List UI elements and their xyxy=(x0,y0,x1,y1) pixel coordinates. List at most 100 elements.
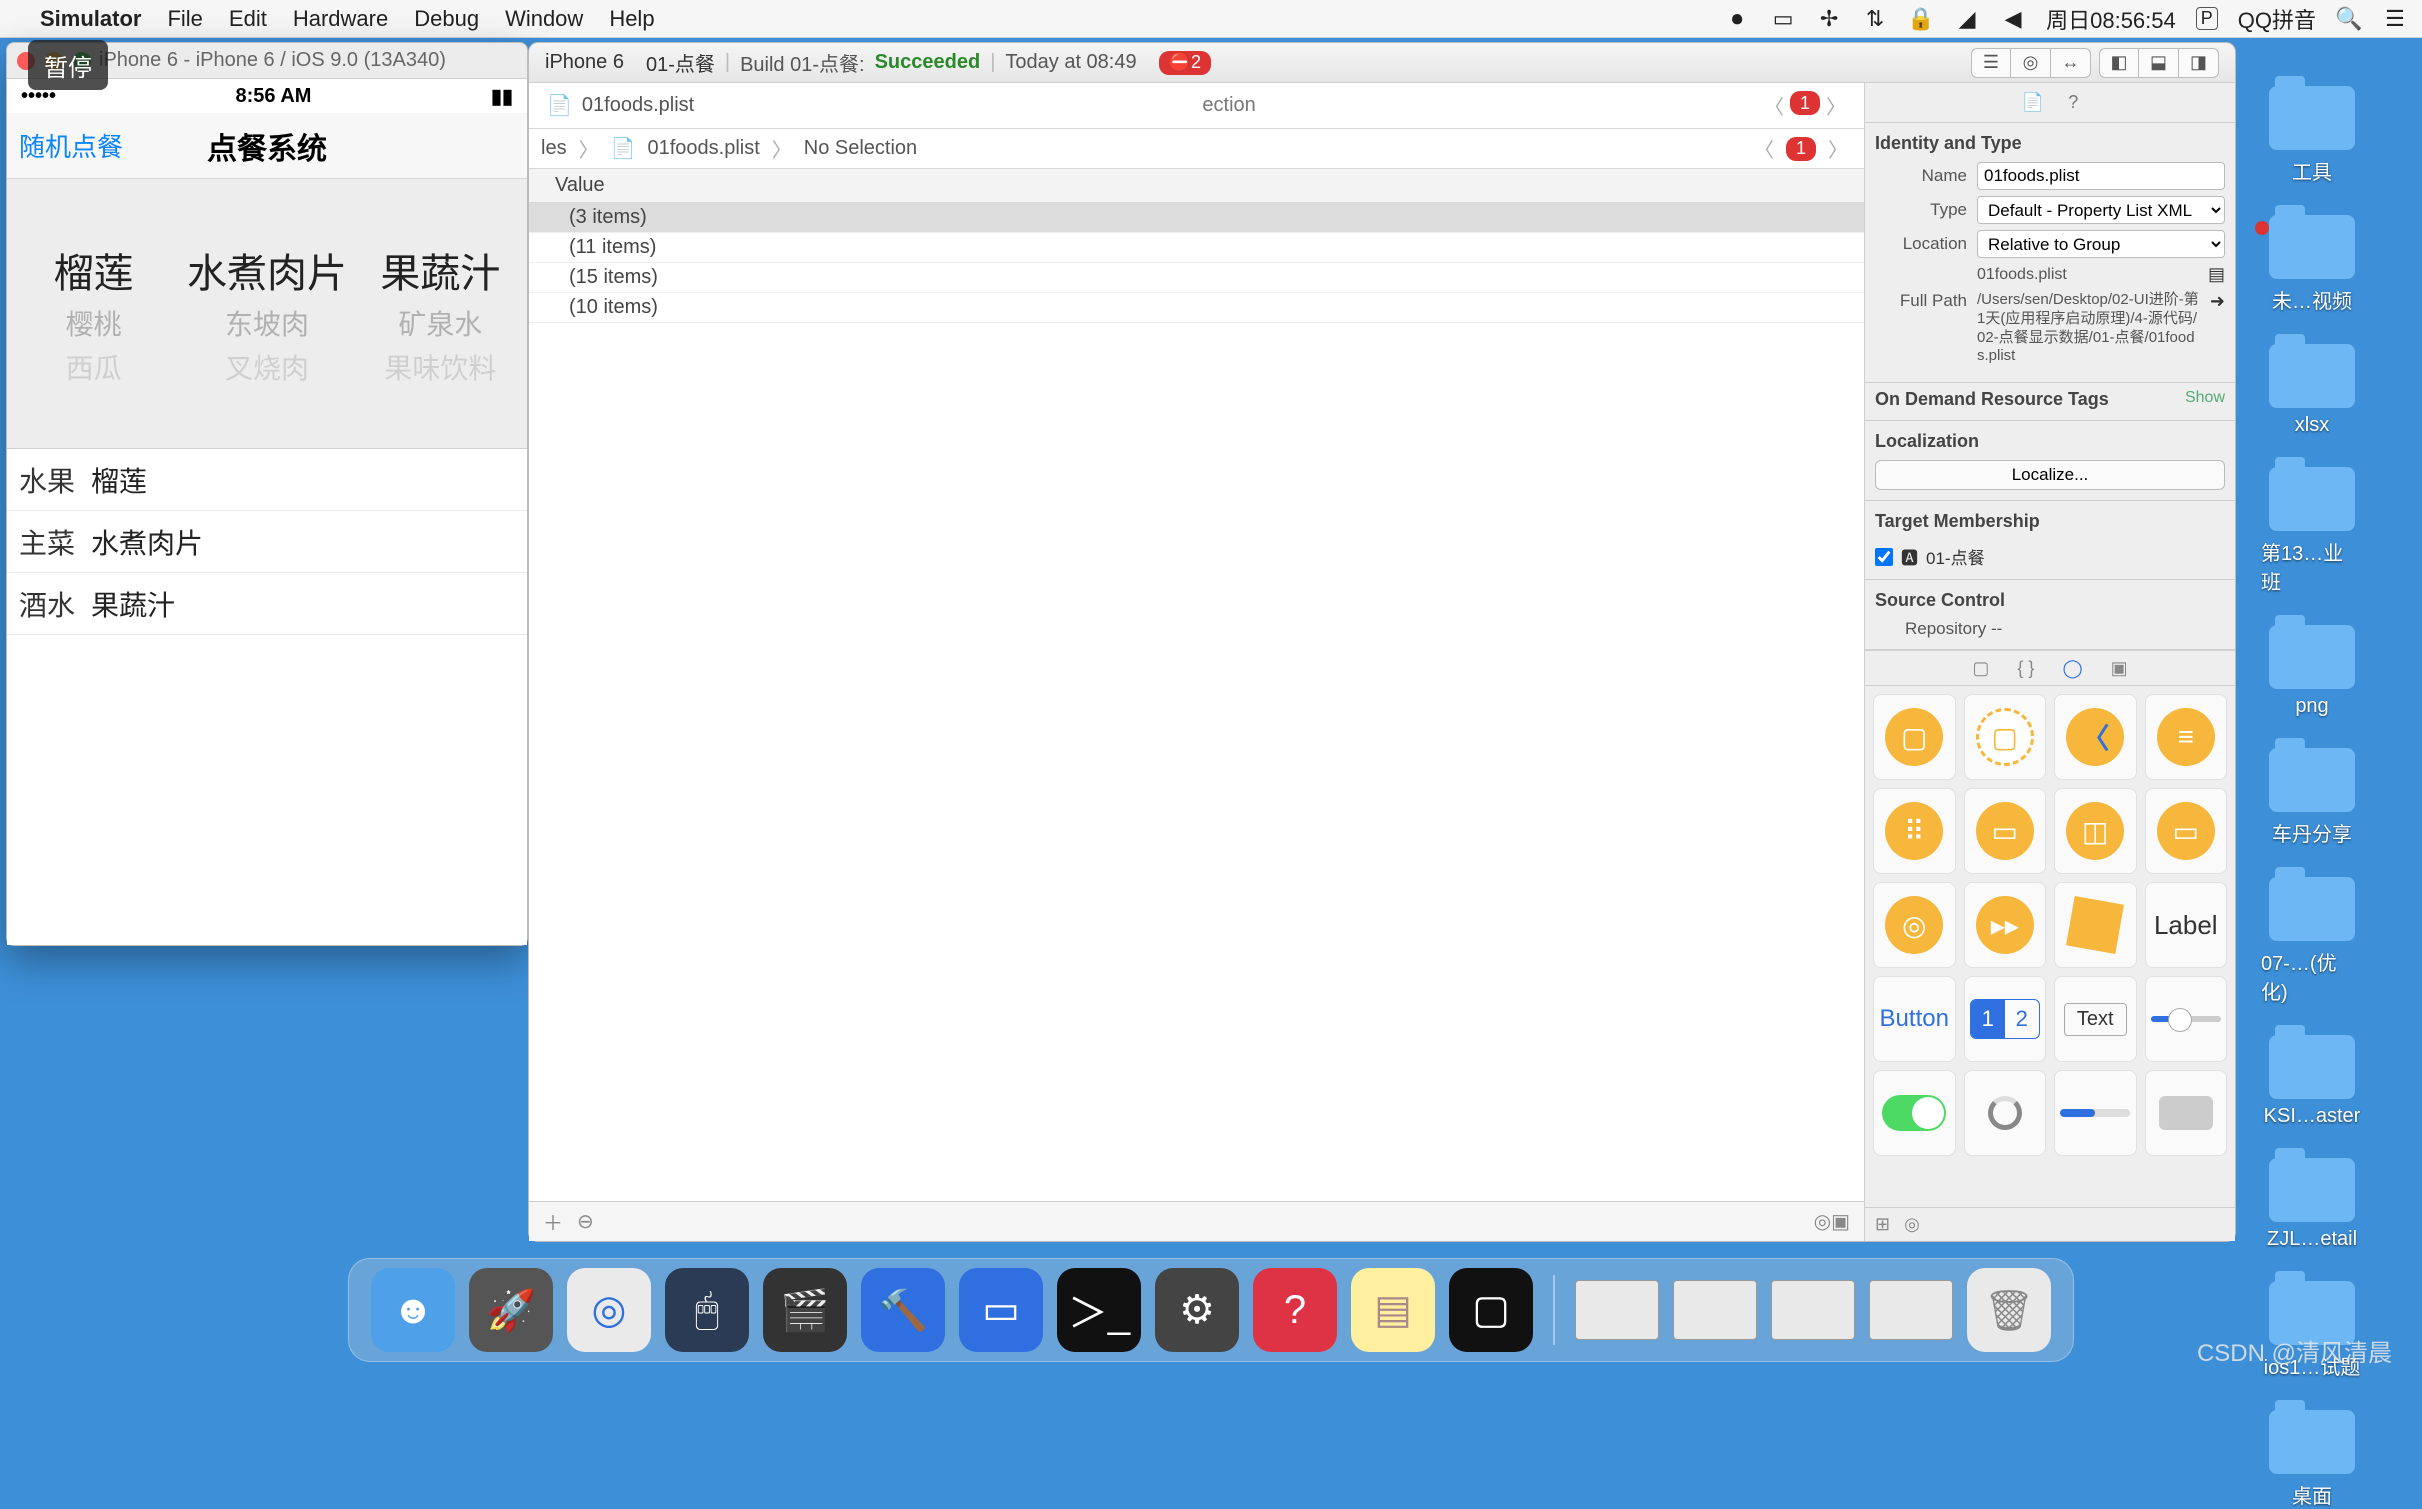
dock-mouse-app[interactable]: 🖱 xyxy=(665,1268,749,1352)
menu-edit[interactable]: Edit xyxy=(229,6,267,32)
desktop-folder[interactable]: 桌面 xyxy=(2261,1410,2363,1509)
desktop-folder[interactable]: 第13…业班 xyxy=(2261,467,2363,595)
dock-terminal[interactable]: ＞_ xyxy=(1057,1268,1141,1352)
menu-file[interactable]: File xyxy=(167,6,202,32)
picker-col-1[interactable]: 榴莲 樱桃 西瓜 xyxy=(7,179,180,448)
breadcrumb-seg[interactable]: No Selection xyxy=(804,137,917,160)
xcode-device[interactable]: iPhone 6 xyxy=(545,51,624,74)
volume-icon[interactable]: ◀ xyxy=(2000,9,2026,29)
dock-app-blue[interactable]: ▭ xyxy=(959,1268,1043,1352)
plus-icon[interactable]: ✢ xyxy=(1816,9,1842,29)
picker-col-2[interactable]: 水煮肉片 东坡肉 叉烧肉 xyxy=(180,179,353,448)
type-select[interactable]: Default - Property List XML xyxy=(1977,196,2225,224)
dock-trash[interactable]: 🗑 xyxy=(1967,1268,2051,1352)
plist-row[interactable]: (3 items) xyxy=(529,203,1864,233)
help-inspector-icon[interactable]: ? xyxy=(2068,92,2078,113)
glkit-controller-item[interactable]: ◎ xyxy=(1873,882,1956,968)
breadcrumb[interactable]: les 〉 📄 01foods.plist 〉 No Selection 〈 1… xyxy=(529,129,1864,169)
sync-icon[interactable]: ⇅ xyxy=(1862,9,1888,29)
dock-app-red[interactable]: ? xyxy=(1253,1268,1337,1352)
dock-settings[interactable]: ⚙ xyxy=(1155,1268,1239,1352)
spotlight-icon[interactable]: 🔍 xyxy=(2336,9,2362,29)
menubar-clock[interactable]: 周日08:56:54 xyxy=(2046,3,2176,35)
desktop-folder[interactable]: 07-…(优化) xyxy=(2261,877,2363,1005)
grid-view-icon[interactable]: ⊞ xyxy=(1875,1214,1890,1235)
location-select[interactable]: Relative to Group xyxy=(1977,230,2225,258)
standard-editor-icon[interactable]: ☰ xyxy=(1971,48,2011,78)
version-editor-icon[interactable]: ↔ xyxy=(2051,48,2091,78)
breadcrumb-seg[interactable]: les xyxy=(541,137,567,160)
view-controller-dashed-item[interactable]: ▢ xyxy=(1964,694,2047,780)
dock-imovie[interactable]: 🎬 xyxy=(763,1268,847,1352)
textfield-item[interactable]: Text xyxy=(2054,976,2137,1062)
pause-overlay[interactable]: 暂停 xyxy=(28,40,108,90)
jump-forward-icon[interactable]: 〉 xyxy=(1826,91,1846,120)
name-field[interactable] xyxy=(1977,162,2225,190)
xcode-scheme[interactable]: 01-点餐 xyxy=(646,48,715,77)
plist-row[interactable]: (10 items) xyxy=(529,293,1864,323)
editor-mode-segment[interactable]: ☰ ◎ ↔ xyxy=(1971,48,2091,78)
page-controller-item[interactable]: ▭ xyxy=(2145,788,2228,874)
show-link[interactable]: Show xyxy=(2185,389,2225,407)
notification-center-icon[interactable]: ☰ xyxy=(2382,9,2408,29)
bottom-panel-icon[interactable]: ⬓ xyxy=(2139,48,2179,78)
dock-launchpad[interactable]: 🚀 xyxy=(469,1268,553,1352)
stepper-item[interactable] xyxy=(2145,1070,2228,1156)
menu-help[interactable]: Help xyxy=(609,6,654,32)
desktop-folder[interactable]: xlsx xyxy=(2261,344,2363,437)
dock-minimized-window[interactable] xyxy=(1673,1280,1757,1340)
desktop-folder[interactable]: 未…视频 xyxy=(2261,215,2363,314)
media-library-icon[interactable]: ▣ xyxy=(2111,658,2128,679)
assistant-editor-icon[interactable]: ◎ xyxy=(2011,48,2051,78)
add-icon[interactable]: ＋ xyxy=(543,1207,563,1236)
panel-toggle-segment[interactable]: ◧ ⬓ ◨ xyxy=(2099,48,2219,78)
target-checkbox[interactable] xyxy=(1875,548,1893,566)
file-template-icon[interactable]: ▢ xyxy=(1972,658,1989,679)
desktop-folder[interactable]: 车丹分享 xyxy=(2261,748,2363,847)
issue-next-icon[interactable]: 〉 xyxy=(1824,134,1852,163)
desktop-folder[interactable]: ZJL…etail xyxy=(2261,1158,2363,1251)
wifi-icon[interactable]: ◢ xyxy=(1954,9,1980,29)
filter-icon[interactable]: ◎ xyxy=(1904,1214,1920,1235)
left-panel-icon[interactable]: ◧ xyxy=(2099,48,2139,78)
split-controller-item[interactable]: ◫ xyxy=(2054,788,2137,874)
scenekit-item[interactable] xyxy=(2054,882,2137,968)
menu-hardware[interactable]: Hardware xyxy=(293,6,388,32)
desktop-folder[interactable]: KSI…aster xyxy=(2261,1035,2363,1128)
menu-debug[interactable]: Debug xyxy=(414,6,479,32)
nav-controller-item[interactable]: 〈 xyxy=(2054,694,2137,780)
filter-icon[interactable]: ◎▣ xyxy=(1814,1209,1850,1234)
slider-item[interactable] xyxy=(2145,976,2228,1062)
dock-minimized-window[interactable] xyxy=(1575,1280,1659,1340)
object-library-icon[interactable]: ◯ xyxy=(2062,658,2082,679)
lock-icon[interactable]: 🔒 xyxy=(1908,9,1934,29)
collection-controller-item[interactable]: ⠿ xyxy=(1873,788,1956,874)
activity-indicator-item[interactable] xyxy=(1964,1070,2047,1156)
tab-error-badge[interactable]: 1 xyxy=(1790,91,1820,115)
remove-icon[interactable]: ⊖ xyxy=(577,1209,594,1234)
issue-badge[interactable]: 1 xyxy=(1786,137,1816,161)
code-snippet-icon[interactable]: { } xyxy=(2017,658,2034,679)
avkit-controller-item[interactable]: ▸▸ xyxy=(1964,882,2047,968)
ime-label[interactable]: QQ拼音 xyxy=(2238,3,2316,35)
plist-row[interactable]: (15 items) xyxy=(529,263,1864,293)
right-panel-icon[interactable]: ◨ xyxy=(2179,48,2219,78)
dock-iterm[interactable]: ▢ xyxy=(1449,1268,1533,1352)
dock-notes[interactable]: ▤ xyxy=(1351,1268,1435,1352)
dock-finder[interactable]: ☻ xyxy=(371,1268,455,1352)
menu-window[interactable]: Window xyxy=(505,6,583,32)
jump-back-icon[interactable]: 〈 xyxy=(1764,91,1784,120)
desktop-folder[interactable]: png xyxy=(2261,625,2363,718)
table-controller-item[interactable]: ≡ xyxy=(2145,694,2228,780)
screen-record-icon[interactable]: ⏺ xyxy=(1724,9,1750,29)
view-controller-item[interactable]: ▢ xyxy=(1873,694,1956,780)
breadcrumb-seg[interactable]: 01foods.plist xyxy=(647,137,759,160)
issue-prev-icon[interactable]: 〈 xyxy=(1750,134,1778,163)
switch-item[interactable] xyxy=(1873,1070,1956,1156)
plist-row[interactable]: (11 items) xyxy=(529,233,1864,263)
dock-xcode[interactable]: 🔨 xyxy=(861,1268,945,1352)
picker-col-3[interactable]: 果蔬汁 矿泉水 果味饮料 xyxy=(354,179,527,448)
dock-safari[interactable]: ◎ xyxy=(567,1268,651,1352)
app-name[interactable]: Simulator xyxy=(40,6,141,32)
localize-button[interactable]: Localize... xyxy=(1875,460,2225,490)
